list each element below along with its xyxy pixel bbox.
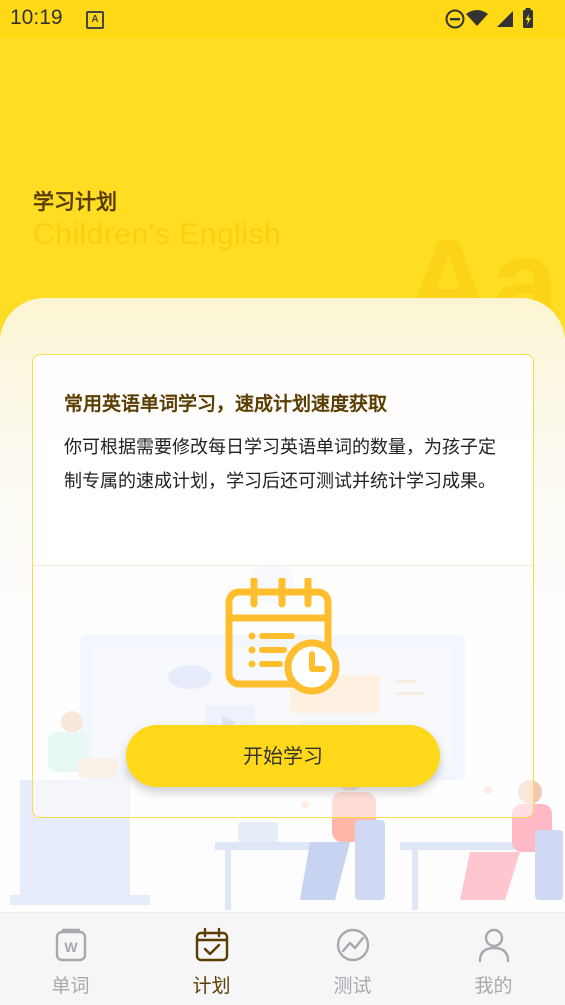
status-icons bbox=[445, 8, 533, 29]
app-notification-icon: A bbox=[86, 11, 104, 29]
tab-label: 测试 bbox=[333, 975, 372, 997]
card-text-area: 常用英语单词学习，速成计划速度获取 你可根据需要修改每日学习英语单词的数量，为孩… bbox=[33, 355, 533, 566]
svg-text:W: W bbox=[64, 939, 78, 955]
page-subtitle: Children's English bbox=[33, 218, 282, 251]
bottom-tab-bar: W 单词 计划 测试 我的 bbox=[0, 912, 565, 1005]
start-study-button[interactable]: 开始学习 bbox=[126, 725, 440, 787]
card-heading: 常用英语单词学习，速成计划速度获取 bbox=[64, 393, 388, 415]
word-book-icon: W bbox=[55, 928, 87, 962]
page-title: 学习计划 bbox=[33, 190, 117, 214]
tab-words[interactable]: W 单词 bbox=[0, 913, 141, 1005]
card-description: 你可根据需要修改每日学习英语单词的数量，为孩子定制专属的速成计划，学习后还可测试… bbox=[64, 437, 496, 492]
tab-label: 计划 bbox=[192, 975, 231, 997]
tab-test[interactable]: 测试 bbox=[282, 913, 423, 1005]
chart-test-icon bbox=[336, 928, 370, 962]
wifi-icon bbox=[466, 10, 488, 26]
status-time: 10:19 bbox=[10, 6, 63, 29]
calendar-clock-icon bbox=[225, 578, 340, 695]
do-not-disturb-icon bbox=[445, 9, 465, 29]
battery-icon bbox=[523, 8, 533, 28]
tab-mine[interactable]: 我的 bbox=[423, 913, 564, 1005]
tab-plan[interactable]: 计划 bbox=[141, 913, 282, 1005]
signal-icon bbox=[497, 11, 513, 27]
status-bar: 10:19 A bbox=[0, 0, 565, 38]
tab-label: 单词 bbox=[51, 975, 90, 997]
calendar-check-icon bbox=[195, 927, 229, 962]
person-icon bbox=[478, 928, 510, 963]
tab-label: 我的 bbox=[474, 975, 513, 997]
